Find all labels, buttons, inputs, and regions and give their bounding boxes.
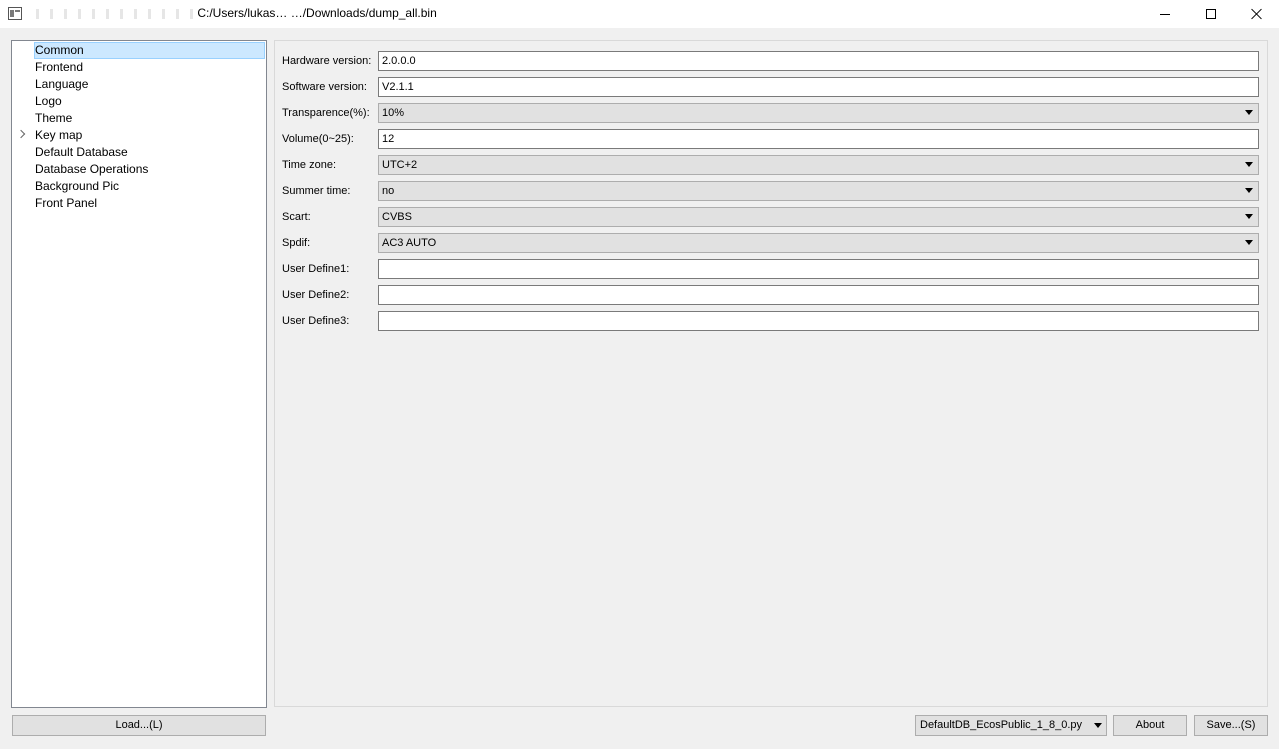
dropdown-arrow-icon — [1245, 240, 1253, 245]
save-button[interactable]: Save...(S) — [1194, 715, 1268, 736]
close-button[interactable] — [1234, 0, 1279, 28]
software-version-label: Software version: — [282, 81, 367, 93]
maximize-button[interactable] — [1188, 0, 1234, 28]
hardware-version-field[interactable]: 2.0.0.0 — [378, 51, 1259, 71]
user-define2-label: User Define2: — [282, 289, 350, 301]
settings-tree[interactable]: Common Frontend Language Logo Theme Key … — [11, 40, 267, 708]
transparence-value: 10% — [382, 107, 405, 119]
database-select-value: DefaultDB_EcosPublic_1_8_0.py — [920, 719, 1083, 731]
hardware-version-label: Hardware version: — [282, 55, 372, 67]
summer-time-label: Summer time: — [282, 185, 351, 197]
time-zone-select[interactable]: UTC+2 — [378, 155, 1259, 175]
tree-item-label: Default Database — [35, 145, 128, 159]
scart-label: Scart: — [282, 211, 311, 223]
transparence-select[interactable]: 10% — [378, 103, 1259, 123]
tree-item-front-panel[interactable]: Front Panel — [12, 195, 266, 212]
dropdown-arrow-icon — [1245, 188, 1253, 193]
time-zone-value: UTC+2 — [382, 159, 418, 171]
dropdown-arrow-icon — [1245, 214, 1253, 219]
spdif-select[interactable]: AC3 AUTO — [378, 233, 1259, 253]
title-bar: C:/Users/lukas… …/Downloads/dump_all.bin — [0, 0, 1279, 28]
tree-item-common[interactable]: Common — [12, 42, 266, 59]
load-button[interactable]: Load...(L) — [12, 715, 266, 736]
tree-item-background-pic[interactable]: Background Pic — [12, 178, 266, 195]
user-define3-field[interactable] — [378, 311, 1259, 331]
user-define1-label: User Define1: — [282, 263, 350, 275]
app-icon[interactable] — [8, 7, 22, 20]
time-zone-label: Time zone: — [282, 159, 337, 171]
about-button[interactable]: About — [1113, 715, 1187, 736]
minimize-icon — [1160, 13, 1170, 15]
window-title-path: C:/Users/lukas… …/Downloads/dump_all.bin — [197, 6, 437, 20]
close-icon — [1251, 8, 1263, 20]
tree-item-label: Background Pic — [35, 179, 120, 193]
window-title: C:/Users/lukas… …/Downloads/dump_all.bin — [30, 6, 437, 20]
tree-item-label: Language — [35, 77, 89, 91]
dropdown-arrow-icon — [1245, 162, 1253, 167]
tree-item-key-map[interactable]: Key map — [12, 127, 266, 144]
summer-time-value: no — [382, 185, 395, 197]
tree-item-label: Theme — [35, 111, 73, 125]
software-version-field[interactable]: V2.1.1 — [378, 77, 1259, 97]
chevron-right-icon[interactable] — [16, 129, 26, 139]
dropdown-arrow-icon — [1245, 110, 1253, 115]
tree-item-label: Database Operations — [35, 162, 149, 176]
tree-item-label: Logo — [35, 94, 62, 108]
user-define2-field[interactable] — [378, 285, 1259, 305]
user-define1-field[interactable] — [378, 259, 1259, 279]
tree-item-language[interactable]: Language — [12, 76, 266, 93]
tree-item-label: Common — [34, 42, 265, 59]
user-define3-label: User Define3: — [282, 315, 350, 327]
tree-item-logo[interactable]: Logo — [12, 93, 266, 110]
maximize-icon — [1206, 9, 1216, 19]
database-select[interactable]: DefaultDB_EcosPublic_1_8_0.py — [915, 715, 1107, 736]
volume-field[interactable]: 12 — [378, 129, 1259, 149]
spdif-label: Spdif: — [282, 237, 311, 249]
tree-item-label: Frontend — [35, 60, 84, 74]
transparence-label: Transparence(%): — [282, 107, 370, 119]
scart-value: CVBS — [382, 211, 412, 223]
tree-item-database-operations[interactable]: Database Operations — [12, 161, 266, 178]
tree-item-default-database[interactable]: Default Database — [12, 144, 266, 161]
minimize-button[interactable] — [1142, 0, 1188, 28]
spdif-value: AC3 AUTO — [382, 237, 437, 249]
obscured-title-text — [30, 8, 194, 19]
tree-item-theme[interactable]: Theme — [12, 110, 266, 127]
tree-item-frontend[interactable]: Frontend — [12, 59, 266, 76]
dropdown-arrow-icon — [1094, 723, 1102, 728]
tree-item-label: Key map — [35, 128, 83, 142]
summer-time-select[interactable]: no — [378, 181, 1259, 201]
tree-item-label: Front Panel — [35, 196, 98, 210]
scart-select[interactable]: CVBS — [378, 207, 1259, 227]
volume-label: Volume(0~25): — [282, 133, 354, 145]
